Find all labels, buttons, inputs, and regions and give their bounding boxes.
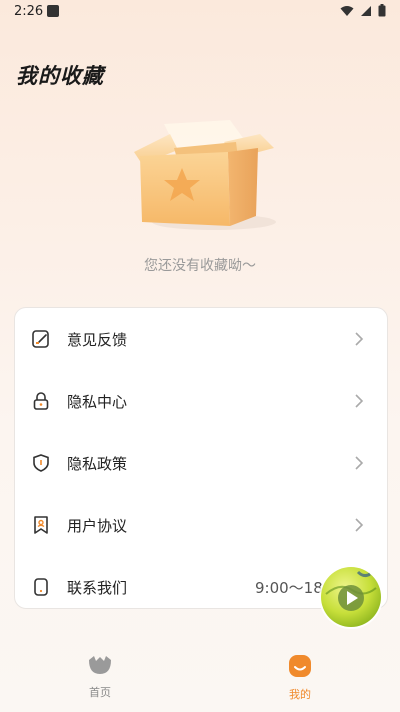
chevron-right-icon <box>355 456 364 470</box>
profile-icon <box>289 655 311 677</box>
phone-icon <box>34 578 48 596</box>
tab-mine[interactable]: 我的 <box>270 654 330 702</box>
menu-item-privacy-center[interactable]: 隐私中心 <box>15 370 387 432</box>
lock-icon <box>33 392 49 410</box>
chevron-right-icon <box>355 518 364 532</box>
shield-icon <box>33 454 49 472</box>
floating-video-widget[interactable] <box>318 564 384 630</box>
signal-icon <box>361 5 371 16</box>
empty-state-text: 您还没有收藏呦～ <box>144 258 256 274</box>
menu-item-label: 隐私政策 <box>67 455 128 473</box>
status-time: 2:26 <box>14 4 44 19</box>
home-icon <box>89 656 111 674</box>
page-title: 我的收藏 <box>16 64 104 88</box>
menu-item-label: 隐私中心 <box>67 393 128 411</box>
tab-home[interactable]: 首页 <box>70 654 130 700</box>
tab-label: 首页 <box>89 686 111 699</box>
menu-item-privacy-policy[interactable]: 隐私政策 <box>15 432 387 494</box>
menu-item-label: 意见反馈 <box>67 331 128 349</box>
chevron-right-icon <box>355 394 364 408</box>
bookmark-user-icon <box>34 516 48 534</box>
menu-item-label: 联系我们 <box>67 579 128 597</box>
contact-hours: 9:00～18 <box>255 579 323 597</box>
empty-box-illustration <box>134 120 276 230</box>
menu-item-user-agreement[interactable]: 用户协议 <box>15 494 387 556</box>
chevron-right-icon <box>355 332 364 346</box>
settings-menu: 意见反馈 隐私中心 隐私政策 用户协议 联系我们 9:00～18 <box>14 307 388 609</box>
menu-item-label: 用户协议 <box>67 517 128 535</box>
battery-icon <box>378 4 386 17</box>
tab-label: 我的 <box>289 688 311 701</box>
feedback-edit-icon <box>32 330 49 348</box>
wifi-icon <box>340 5 354 16</box>
notification-icon <box>47 5 59 17</box>
status-bar: 2:26 <box>0 0 400 24</box>
menu-item-feedback[interactable]: 意见反馈 <box>15 308 387 370</box>
bottom-tab-bar: 首页 我的 <box>0 640 400 712</box>
